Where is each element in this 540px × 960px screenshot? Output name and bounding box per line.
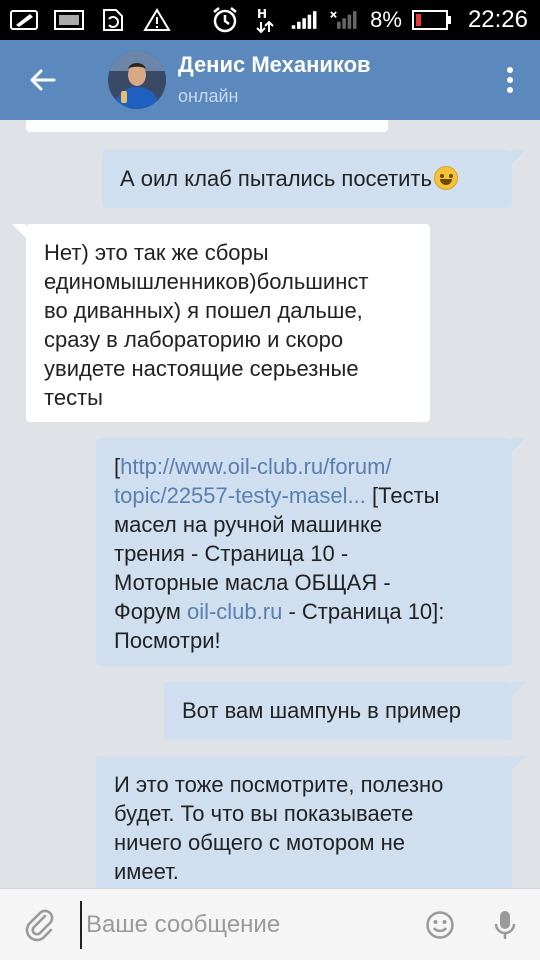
message-line: сразу в лабораторию и скоро: [44, 327, 344, 352]
message-line: ничего общего с мотором не: [114, 830, 405, 855]
warning-icon: [142, 8, 172, 32]
avatar[interactable]: [108, 51, 166, 109]
message-link[interactable]: oil-club.ru: [187, 599, 282, 624]
message-line: Посмотри!: [114, 628, 221, 653]
message-line: во диванных) я пошел дальше,: [44, 298, 363, 323]
battery-icon: [411, 8, 452, 32]
message-composer: [0, 888, 540, 960]
contact-name[interactable]: Денис Механиков: [178, 51, 371, 79]
message-link[interactable]: topic/22557-testy-masel...: [114, 483, 366, 508]
bubble-tail: [512, 150, 526, 164]
message-text: А оил клаб пытались посетить: [120, 166, 432, 191]
message-input[interactable]: [80, 900, 410, 949]
message-line: Форум oil-club.ru - Страница 10]:: [114, 599, 445, 624]
message-line: масел на ручной машинке: [114, 512, 383, 537]
bubble-tail: [512, 682, 526, 696]
message-line: [http://www.oil-club.ru/forum/: [114, 454, 392, 479]
arrow-back-icon: [30, 69, 56, 91]
message-bubble-outgoing[interactable]: [http://www.oil-club.ru/forum/ topic/225…: [96, 438, 512, 666]
microphone-icon: [494, 910, 516, 939]
message-line: будет. То что вы показываете: [114, 801, 414, 826]
battery-percent: 8%: [370, 7, 402, 32]
more-options-button[interactable]: [480, 40, 540, 120]
message-bubble-outgoing[interactable]: А оил клаб пытались посетить: [102, 150, 512, 208]
chat-header: Денис Механиков онлайн: [0, 40, 540, 120]
message-bubble-outgoing[interactable]: Вот вам шампунь в пример: [164, 682, 512, 740]
grinning-face-emoji: [433, 166, 458, 190]
message-bubble-incoming[interactable]: Нет) это так же сборы единомышленников)б…: [26, 224, 430, 422]
contact-status: онлайн: [178, 86, 239, 106]
clock: 22:26: [467, 6, 528, 33]
message-bubble-outgoing[interactable]: И это тоже посмотрите, полезно будет. То…: [96, 756, 512, 888]
back-button[interactable]: [0, 40, 84, 120]
message-line: И это тоже посмотрите, полезно: [114, 772, 444, 797]
message-line: Нет) это так же сборы: [44, 240, 269, 265]
attach-button[interactable]: [0, 889, 80, 960]
message-line: имеет.: [114, 859, 179, 884]
voice-message-button[interactable]: [470, 889, 540, 960]
message-line: Моторные масла ОБЩАЯ -: [114, 570, 391, 595]
message-text: Вот вам шампунь в пример: [182, 698, 462, 723]
bubble-tail: [512, 438, 526, 452]
status-bar: H 8% 22:26: [0, 0, 540, 40]
signal-icon: [290, 8, 320, 32]
svg-text:H: H: [257, 7, 267, 21]
message-line: тесты: [44, 385, 103, 410]
image-notification-icon: [54, 8, 84, 32]
message-line: topic/22557-testy-masel... [Тесты: [114, 483, 440, 508]
edit-notification-icon: [10, 8, 40, 32]
emoji-button[interactable]: [410, 889, 470, 960]
paperclip-icon: [25, 909, 54, 941]
alarm-icon: [210, 7, 240, 33]
message-line: трения - Страница 10 -: [114, 541, 349, 566]
bubble-tail: [512, 756, 526, 770]
message-list[interactable]: А оил клаб пытались посетить Нет) это та…: [0, 120, 540, 888]
smiley-icon: [426, 910, 454, 939]
message-link[interactable]: http://www.oil-club.ru/forum/: [120, 454, 391, 479]
message-line: увидете настоящие серьезные: [44, 356, 359, 381]
message-bubble-partial: [26, 120, 388, 132]
bubble-tail: [12, 224, 26, 238]
signal-no-service-icon: [330, 8, 360, 32]
more-vert-icon: [507, 67, 513, 93]
sd-sync-icon: [98, 8, 128, 32]
message-line: единомышленников)большинст: [44, 269, 369, 294]
data-transfer-icon: H: [250, 7, 280, 34]
